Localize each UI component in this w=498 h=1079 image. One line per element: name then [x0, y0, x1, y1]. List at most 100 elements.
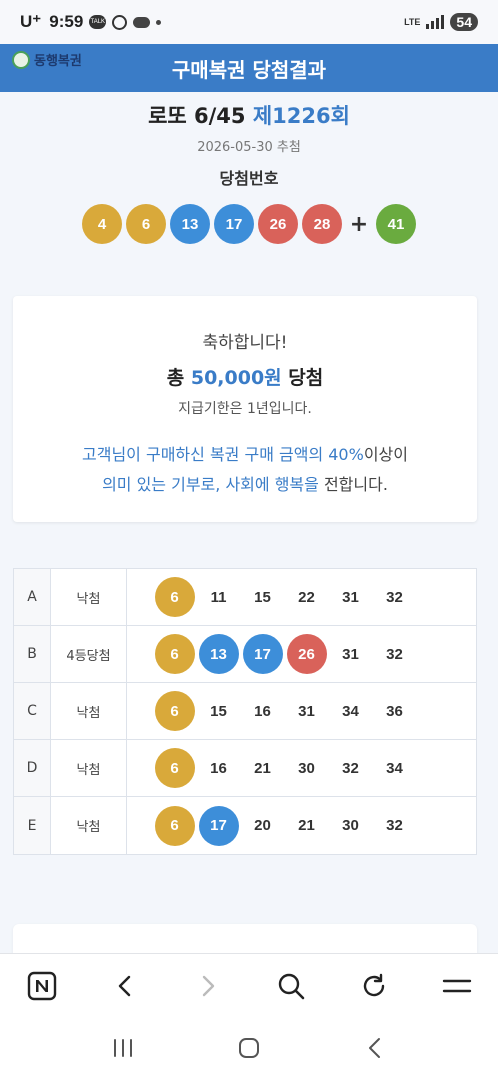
winning-number-ball: 17: [214, 204, 254, 244]
ticket-number: 31: [298, 702, 315, 720]
prize-total-suffix: 당첨: [288, 367, 324, 389]
ticket-id: E: [14, 797, 51, 854]
logo-icon: [12, 50, 30, 69]
search-icon[interactable]: [269, 964, 313, 1008]
ticket-number: 22: [298, 588, 315, 606]
network-type: LTE: [404, 16, 421, 27]
congrats-text: 축하합니다!: [202, 333, 288, 353]
matched-number-ball: 6: [154, 577, 195, 617]
ticket-number: 16: [210, 759, 227, 777]
ticket-row: A 낙첨 6 11 15 22 31 32: [14, 569, 476, 626]
notification-dot-icon: [156, 19, 162, 25]
ticket-row: C 낙첨 6 15 16 31 34 36: [14, 683, 476, 740]
system-nav-bar: [0, 1017, 498, 1079]
ticket-number: 15: [210, 702, 227, 720]
donation-msg-1a: 고객님이 구매하신 복권 구매 금액의 40%: [82, 445, 364, 464]
ticket-row: E 낙첨 6 17 20 21 30 32: [14, 797, 476, 854]
matched-number-ball: 6: [154, 634, 195, 674]
ticket-row: D 낙첨 6 16 21 30 32 34: [14, 740, 476, 797]
draw-title: 로또 6/45 제1226회: [0, 100, 498, 130]
naver-icon[interactable]: [20, 964, 64, 1008]
game-name: 로또 6/45: [148, 104, 246, 128]
matched-number-ball: 6: [154, 748, 195, 788]
winning-number-ball: 6: [126, 204, 166, 244]
donation-message: 고객님이 구매하신 복권 구매 금액의 40%이상이 의미 있는 기부로, 사회…: [13, 440, 477, 500]
matched-number-ball: 26: [286, 634, 327, 674]
talk-icon: TALK: [89, 15, 107, 29]
menu-icon[interactable]: [435, 964, 479, 1008]
winning-number-ball: 4: [82, 204, 122, 244]
app-header: 동행복권 구매복권 당첨결과: [0, 44, 498, 92]
chat-app-icon: [112, 14, 128, 30]
ticket-number: 36: [386, 702, 403, 720]
ticket-number: 11: [210, 588, 227, 606]
ticket-number: 34: [386, 759, 403, 777]
ticket-number: 15: [254, 588, 271, 606]
recents-icon[interactable]: [103, 1028, 143, 1068]
refresh-icon[interactable]: [352, 964, 396, 1008]
ticket-status: 낙첨: [51, 569, 127, 625]
ticket-status: 낙첨: [51, 683, 127, 739]
donation-msg-2b: 전합니다.: [318, 475, 388, 494]
ticket-number: 21: [254, 759, 271, 777]
ticket-status: 낙첨: [51, 797, 127, 854]
matched-number-ball: 6: [154, 805, 195, 846]
ticket-status: 낙첨: [51, 740, 127, 796]
ticket-id: B: [14, 626, 51, 682]
matched-number-ball: 6: [154, 691, 195, 731]
prize-amount: 50,000원: [190, 367, 282, 389]
logo[interactable]: 동행복권: [12, 50, 82, 69]
ticket-number: 16: [254, 702, 271, 720]
ticket-number: 30: [342, 817, 359, 834]
ticket-number: 32: [386, 817, 403, 834]
ticket-numbers: 6 13 17 26 31 32: [127, 634, 476, 674]
ticket-numbers: 6 15 16 31 34 36: [127, 691, 476, 731]
draw-date: 2026-05-30 추첨: [197, 140, 301, 155]
status-bar: U⁺ 9:59 TALK LTE 54: [0, 0, 498, 44]
ticket-id: D: [14, 740, 51, 796]
ticket-number: 32: [386, 645, 403, 663]
bonus-number-ball: 41: [376, 204, 416, 244]
page-title: 구매복권 당첨결과: [171, 57, 327, 82]
ticket-numbers: 6 17 20 21 30 32: [127, 805, 476, 846]
prize-total: 총 50,000원 당첨: [13, 363, 477, 390]
ticket-numbers: 6 11 15 22 31 32: [127, 577, 476, 617]
signal-icon: [426, 15, 445, 29]
winning-numbers: 4 6 13 17 26 28 +41: [0, 204, 498, 244]
winning-number-ball: 13: [170, 204, 210, 244]
home-icon[interactable]: [229, 1028, 269, 1068]
carrier-label: U⁺: [20, 12, 42, 31]
back-icon[interactable]: [103, 964, 147, 1008]
winning-numbers-label: 당첨번호: [219, 169, 279, 188]
donation-msg-2a: 의미 있는 기부로, 사회에 행복을: [102, 475, 319, 494]
ticket-number: 34: [342, 702, 359, 720]
ticket-number: 20: [254, 817, 271, 834]
forward-icon[interactable]: [186, 964, 230, 1008]
ticket-id: A: [14, 569, 51, 625]
back-nav-icon[interactable]: [355, 1028, 395, 1068]
ticket-number: 32: [386, 588, 403, 606]
ticket-numbers: 6 16 21 30 32 34: [127, 748, 476, 788]
browser-toolbar: [0, 953, 498, 1017]
winning-number-ball: 26: [258, 204, 298, 244]
ticket-status: 4등당첨: [51, 626, 127, 682]
ticket-results-table: A 낙첨 6 11 15 22 31 32 B 4등당첨 6 13 17 26 31 32 C 낙첨 6 15 16 31…: [13, 568, 477, 855]
ticket-number: 21: [298, 817, 315, 834]
matched-number-ball: 17: [198, 805, 239, 846]
clock: 9:59: [49, 12, 84, 31]
ticket-row: B 4등당첨 6 13 17 26 31 32: [14, 626, 476, 683]
cloud-icon: [133, 16, 151, 28]
battery-indicator: 54: [450, 13, 478, 31]
draw-info: 로또 6/45 제1226회 2026-05-30 추첨 당첨번호 4 6 13 17…: [0, 92, 498, 244]
matched-number-ball: 17: [242, 634, 283, 674]
prize-total-prefix: 총: [166, 367, 185, 389]
prize-card: 축하합니다! 총 50,000원 당첨 지급기한은 1년입니다. 고객님이 구매…: [13, 296, 477, 522]
ticket-id: C: [14, 683, 51, 739]
ticket-number: 32: [342, 759, 359, 777]
matched-number-ball: 13: [198, 634, 239, 674]
winning-number-ball: 28: [302, 204, 342, 244]
logo-text: 동행복권: [34, 54, 82, 69]
bonus-plus-sign: +: [349, 211, 369, 237]
draw-round: 제1226회: [252, 104, 350, 128]
ticket-number: 31: [342, 645, 359, 663]
